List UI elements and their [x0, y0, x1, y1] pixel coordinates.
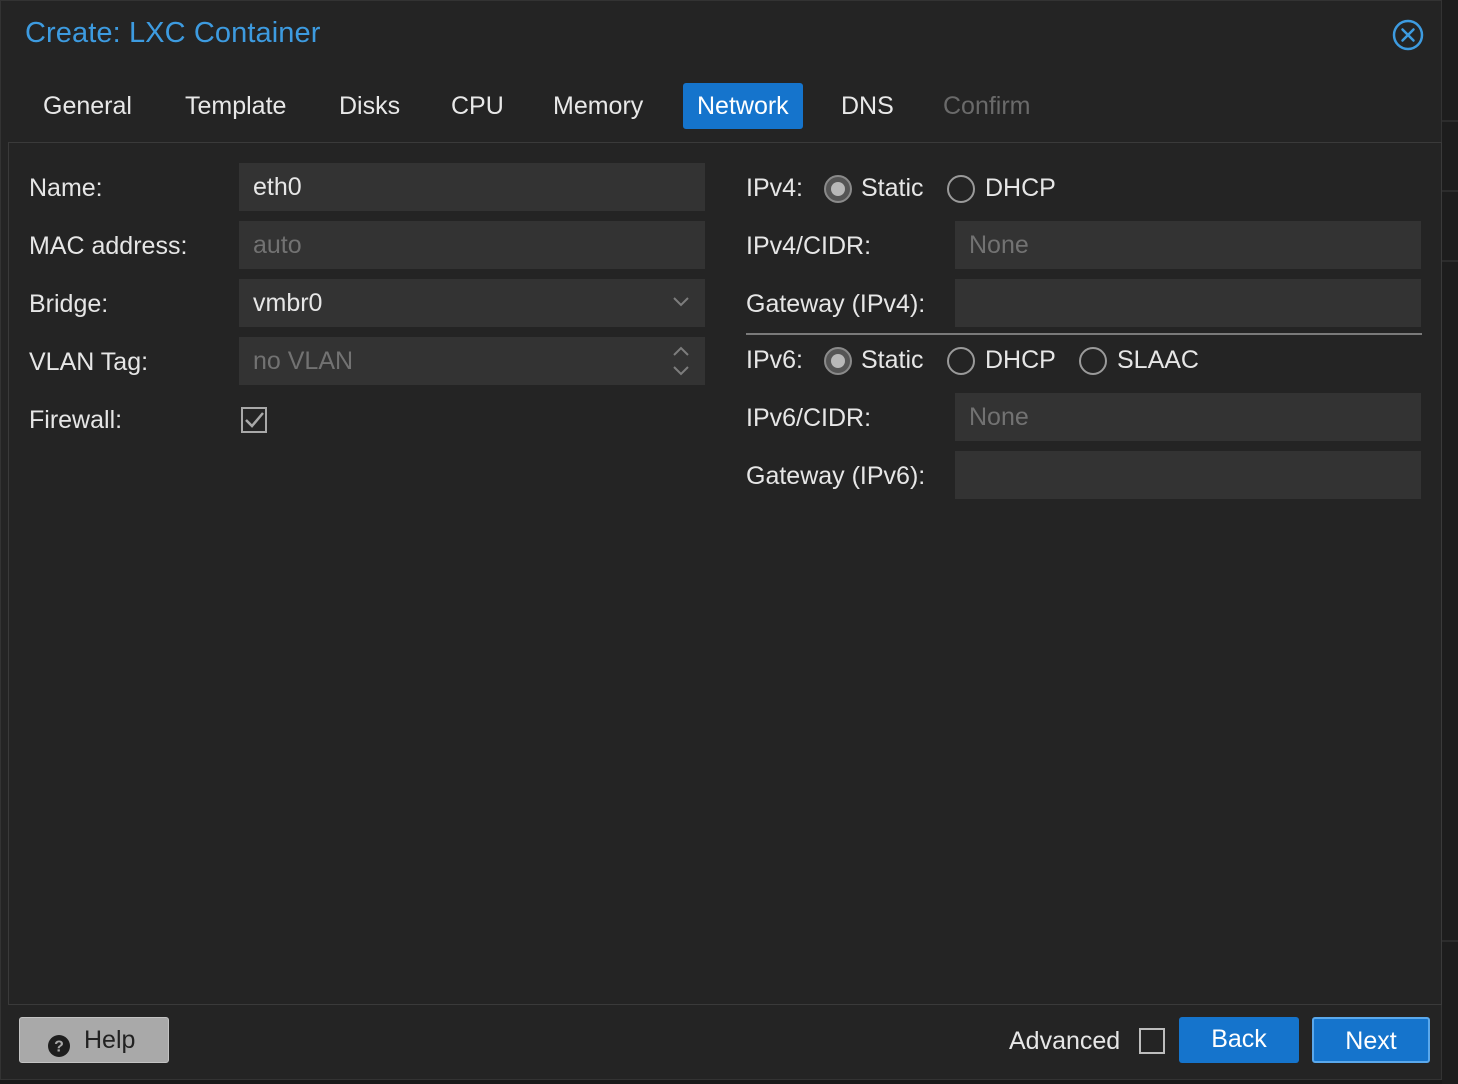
vlan-tag-spinner[interactable]: no VLAN	[239, 337, 705, 385]
help-label: Help	[84, 1026, 136, 1054]
next-button[interactable]: Next	[1312, 1017, 1430, 1063]
close-icon[interactable]	[1392, 19, 1424, 51]
name-field[interactable]: eth0	[239, 163, 705, 211]
gateway-ipv4-label: Gateway (IPv4):	[746, 290, 926, 318]
name-label: Name:	[29, 174, 103, 202]
network-panel: Name: eth0 MAC address: auto Bridge: vmb…	[8, 142, 1442, 1005]
chevron-down-icon[interactable]	[669, 279, 693, 327]
advanced-label: Advanced	[1009, 1027, 1121, 1055]
ipv6-dhcp-radio[interactable]	[947, 347, 975, 375]
background-strip	[1442, 0, 1458, 1084]
dialog-footer: ? Help Advanced Back Next	[1, 1005, 1443, 1081]
ipv4-dhcp-label: DHCP	[985, 174, 1056, 202]
gateway-ipv6-field[interactable]	[955, 451, 1421, 499]
spinner-updown-icon[interactable]	[669, 337, 693, 385]
vlan-tag-label: VLAN Tag:	[29, 348, 149, 376]
ipv6-dhcp-label: DHCP	[985, 346, 1056, 374]
firewall-label: Firewall:	[29, 406, 123, 434]
firewall-checkbox[interactable]	[241, 407, 267, 433]
help-button[interactable]: ? Help	[19, 1017, 169, 1063]
vlan-tag-placeholder: no VLAN	[253, 347, 354, 375]
ipv6-label: IPv6:	[746, 346, 803, 374]
ipv6-static-radio[interactable]	[824, 347, 852, 375]
ipv4-cidr-field[interactable]: None	[955, 221, 1421, 269]
ipv4-ipv6-separator	[746, 333, 1422, 335]
advanced-checkbox[interactable]	[1139, 1028, 1165, 1054]
ipv4-dhcp-radio[interactable]	[947, 175, 975, 203]
mac-address-label: MAC address:	[29, 232, 188, 260]
tab-network[interactable]: Network	[683, 83, 803, 129]
tab-cpu[interactable]: CPU	[437, 83, 518, 129]
ipv4-cidr-label: IPv4/CIDR:	[746, 232, 872, 260]
ipv6-cidr-field[interactable]: None	[955, 393, 1421, 441]
create-lxc-dialog: Create: LXC Container General Template D…	[0, 0, 1442, 1080]
tab-template[interactable]: Template	[171, 83, 300, 129]
tab-disks[interactable]: Disks	[325, 83, 414, 129]
ipv6-slaac-label: SLAAC	[1117, 346, 1199, 374]
ipv6-slaac-radio[interactable]	[1079, 347, 1107, 375]
svg-text:?: ?	[54, 1039, 64, 1056]
bridge-select[interactable]: vmbr0	[239, 279, 705, 327]
ipv4-label: IPv4:	[746, 174, 803, 202]
gateway-ipv6-label: Gateway (IPv6):	[746, 462, 926, 490]
mac-address-field[interactable]: auto	[239, 221, 705, 269]
dialog-title: Create: LXC Container	[25, 17, 321, 49]
tab-memory[interactable]: Memory	[539, 83, 657, 129]
ipv4-static-label: Static	[861, 174, 924, 202]
ipv4-static-radio[interactable]	[824, 175, 852, 203]
tab-general[interactable]: General	[29, 83, 146, 129]
back-button[interactable]: Back	[1179, 1017, 1299, 1063]
gateway-ipv4-field[interactable]	[955, 279, 1421, 327]
tab-dns[interactable]: DNS	[827, 83, 908, 129]
ipv6-cidr-label: IPv6/CIDR:	[746, 404, 872, 432]
question-circle-icon: ?	[47, 1028, 71, 1057]
bridge-label: Bridge:	[29, 290, 109, 318]
ipv6-static-label: Static	[861, 346, 924, 374]
tab-confirm: Confirm	[943, 92, 1031, 120]
bridge-value: vmbr0	[253, 289, 323, 317]
